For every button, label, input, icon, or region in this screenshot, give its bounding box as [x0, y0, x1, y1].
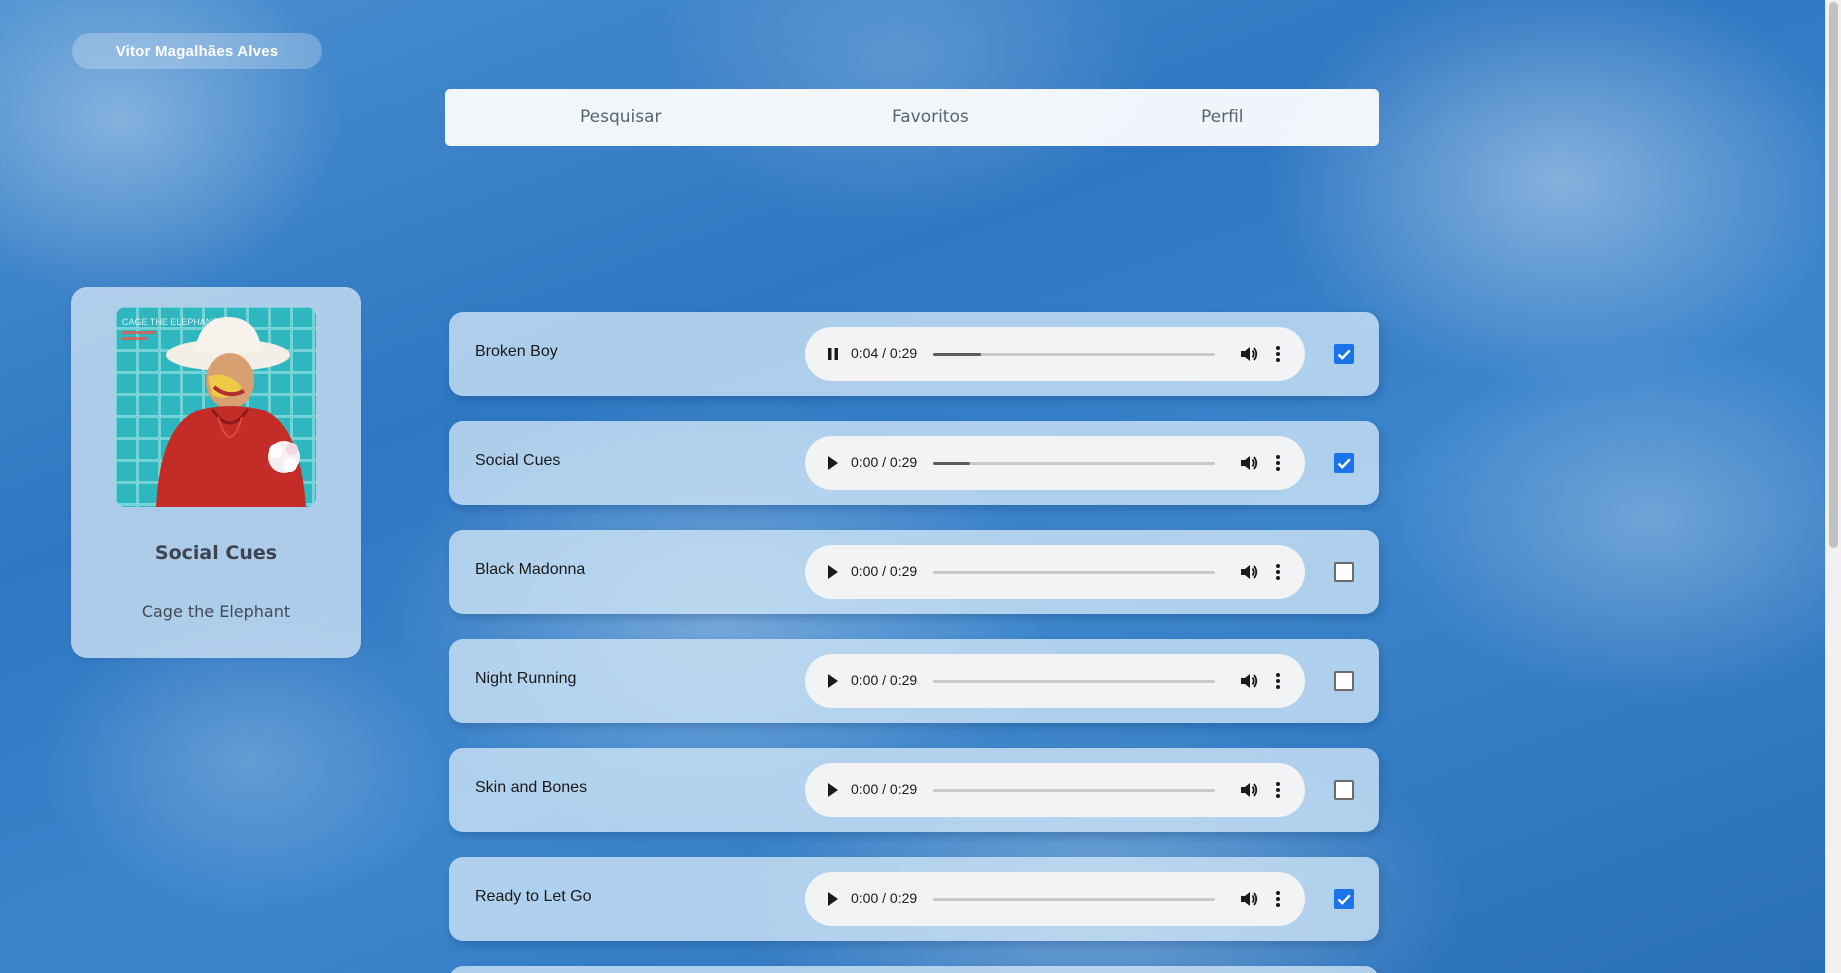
audio-player: 0:00 / 0:29 [805, 763, 1305, 817]
track-row: Ready to Let Go 0:00 / 0:29 [449, 857, 1379, 941]
more-options-icon[interactable] [1272, 562, 1284, 582]
favorite-checkbox[interactable] [1334, 562, 1354, 582]
pause-icon[interactable] [823, 344, 843, 364]
album-cover-lettering: CAGE THE ELEPHANT [122, 317, 218, 327]
track-name: Social Cues [475, 452, 561, 469]
track-row: Black Madonna 0:00 / 0:29 [449, 530, 1379, 614]
nav-link-favoritos[interactable]: Favoritos [892, 107, 969, 127]
user-name-badge[interactable]: Vitor Magalhães Alves [72, 33, 322, 69]
audio-player: 0:00 / 0:29 [805, 872, 1305, 926]
more-options-icon[interactable] [1272, 780, 1284, 800]
volume-icon[interactable] [1239, 562, 1259, 582]
play-icon[interactable] [823, 780, 843, 800]
volume-icon[interactable] [1239, 780, 1259, 800]
more-options-icon[interactable] [1272, 344, 1284, 364]
seek-bar[interactable] [933, 571, 1215, 574]
main-nav: Pesquisar Favoritos Perfil [445, 89, 1379, 146]
playback-time: 0:00 / 0:29 [851, 672, 918, 688]
favorite-checkbox[interactable] [1334, 671, 1354, 691]
track-row-partial [449, 966, 1379, 973]
seek-progress [933, 353, 981, 356]
album-card: CAGE THE ELEPHANT Social Cues Cage the E… [71, 287, 361, 658]
audio-player: 0:00 / 0:29 [805, 545, 1305, 599]
scrollbar-thumb[interactable] [1829, 2, 1838, 548]
more-options-icon[interactable] [1272, 671, 1284, 691]
favorite-checkbox[interactable] [1334, 780, 1354, 800]
nav-link-pesquisar[interactable]: Pesquisar [580, 107, 662, 127]
play-icon[interactable] [823, 889, 843, 909]
album-cover-image: CAGE THE ELEPHANT [116, 307, 316, 507]
play-icon[interactable] [823, 671, 843, 691]
album-artist: Cage the Elephant [141, 602, 291, 621]
volume-icon[interactable] [1239, 453, 1259, 473]
seek-bar[interactable] [933, 898, 1215, 901]
track-name: Broken Boy [475, 343, 558, 360]
favorite-checkbox[interactable] [1334, 889, 1354, 909]
playback-time: 0:00 / 0:29 [851, 781, 918, 797]
seek-bar[interactable] [933, 353, 1215, 356]
more-options-icon[interactable] [1272, 453, 1284, 473]
track-name: Black Madonna [475, 561, 586, 578]
favorite-checkbox[interactable] [1334, 344, 1354, 364]
track-row: Skin and Bones 0:00 / 0:29 [449, 748, 1379, 832]
track-name: Ready to Let Go [475, 888, 592, 905]
audio-player: 0:00 / 0:29 [805, 654, 1305, 708]
playback-time: 0:00 / 0:29 [851, 454, 918, 470]
track-row: Social Cues 0:00 / 0:29 [449, 421, 1379, 505]
track-row: Night Running 0:00 / 0:29 [449, 639, 1379, 723]
seek-bar[interactable] [933, 462, 1215, 465]
volume-icon[interactable] [1239, 344, 1259, 364]
track-name: Night Running [475, 670, 577, 687]
page-scrollbar[interactable] [1825, 0, 1841, 973]
playback-time: 0:00 / 0:29 [851, 563, 918, 579]
favorite-checkbox[interactable] [1334, 453, 1354, 473]
more-options-icon[interactable] [1272, 889, 1284, 909]
seek-bar[interactable] [933, 789, 1215, 792]
volume-icon[interactable] [1239, 671, 1259, 691]
play-icon[interactable] [823, 453, 843, 473]
volume-icon[interactable] [1239, 889, 1259, 909]
play-icon[interactable] [823, 562, 843, 582]
track-row: Broken Boy 0:04 / 0:29 [449, 312, 1379, 396]
album-title: Social Cues [154, 542, 278, 564]
track-name: Skin and Bones [475, 779, 588, 796]
seek-bar[interactable] [933, 680, 1215, 683]
audio-player: 0:04 / 0:29 [805, 327, 1305, 381]
nav-link-perfil[interactable]: Perfil [1201, 107, 1244, 127]
audio-player: 0:00 / 0:29 [805, 436, 1305, 490]
seek-progress [933, 462, 970, 465]
playback-time: 0:00 / 0:29 [851, 890, 918, 906]
playback-time: 0:04 / 0:29 [851, 345, 918, 361]
